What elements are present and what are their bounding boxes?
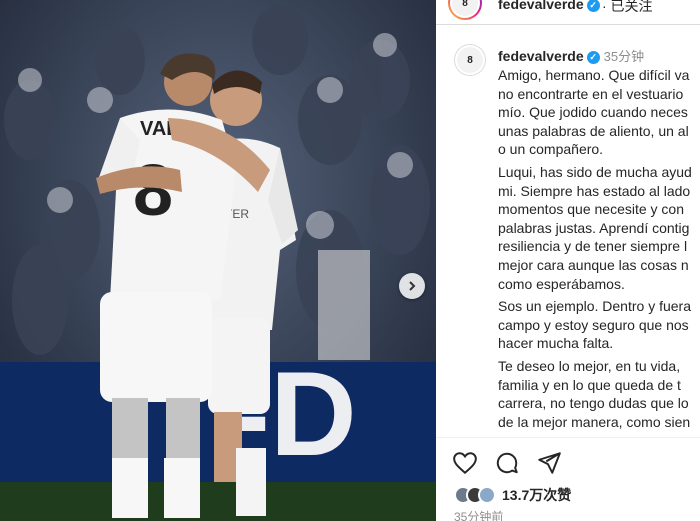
caption-line: mío. Que jodido cuando neces <box>498 104 688 121</box>
caption-line: de la mejor manera, como sien <box>498 413 691 430</box>
comment-icon[interactable] <box>494 450 520 476</box>
likes-count[interactable]: 13.7万次赞 <box>502 485 571 505</box>
heart-icon[interactable] <box>452 450 478 476</box>
caption-line: Te deseo lo mejor, en tu vida, <box>498 357 681 374</box>
caption-line: momentos que necesite y con <box>498 201 684 218</box>
likes-row[interactable]: 13.7万次赞 <box>454 484 571 506</box>
post-side-panel: 8 fedevalverde ✓ · 已关注 8 fedevalverde ✓ 35分… <box>436 0 700 521</box>
post-photo[interactable]: -D TER VAL 8 <box>0 0 436 521</box>
caption-line: familia y en lo que queda de t <box>498 376 681 393</box>
follow-status[interactable]: · 已关注 <box>602 0 653 16</box>
caption-header: fedevalverde ✓ 35分钟 <box>498 46 644 65</box>
post-image: -D TER VAL 8 <box>0 0 436 521</box>
carousel-next-button[interactable] <box>399 273 425 299</box>
avatar <box>478 486 496 504</box>
caption-line: no encontrarte en el vestuario <box>498 85 684 102</box>
caption-line: hacer mucha falta. <box>498 335 614 352</box>
post-timestamp[interactable]: 35分钟前 <box>454 508 503 521</box>
avatar[interactable]: 8 <box>448 0 482 20</box>
caption-time: 35分钟 <box>603 49 645 64</box>
caption-line: palabras justas. Aprendí contig <box>498 219 690 236</box>
caption-text: Amigo, hermano. Que difícil va no encont… <box>498 66 700 435</box>
chevron-right-icon <box>409 281 416 291</box>
verified-badge-icon: ✓ <box>586 0 600 12</box>
header-username[interactable]: fedevalverde ✓ <box>498 0 600 12</box>
caption-line: unas palabras de aliento, un al <box>498 122 689 139</box>
caption-line: mi. Siempre has estado al lado <box>498 182 691 199</box>
post-actions: 13.7万次赞 35分钟前 <box>436 437 700 521</box>
caption-username[interactable]: fedevalverde <box>498 48 584 64</box>
header-username-text[interactable]: fedevalverde <box>498 0 584 12</box>
verified-badge-icon: ✓ <box>586 50 600 64</box>
caption-line: o un compañero. <box>498 141 604 158</box>
jersey-number: 8 <box>133 151 173 231</box>
caption-line: Sos un ejemplo. Dentro y fuera <box>498 298 691 315</box>
caption-line: Luqui, has sido de mucha ayud <box>498 163 692 180</box>
caption-line: Amigo, hermano. Que difícil va <box>498 67 690 83</box>
caption-avatar[interactable]: 8 <box>454 44 486 76</box>
caption-line: campo y estoy seguro que nos <box>498 316 689 333</box>
share-icon[interactable] <box>536 450 562 476</box>
caption-line: resiliencia y de tener siempre l <box>498 238 688 255</box>
caption-line: carrera, no tengo dudas que lo <box>498 395 689 412</box>
post-header: 8 fedevalverde ✓ · 已关注 <box>436 0 700 25</box>
caption-line: como esperábamos. <box>498 275 625 292</box>
caption-line: mejor cara aunque las cosas n <box>498 256 689 273</box>
